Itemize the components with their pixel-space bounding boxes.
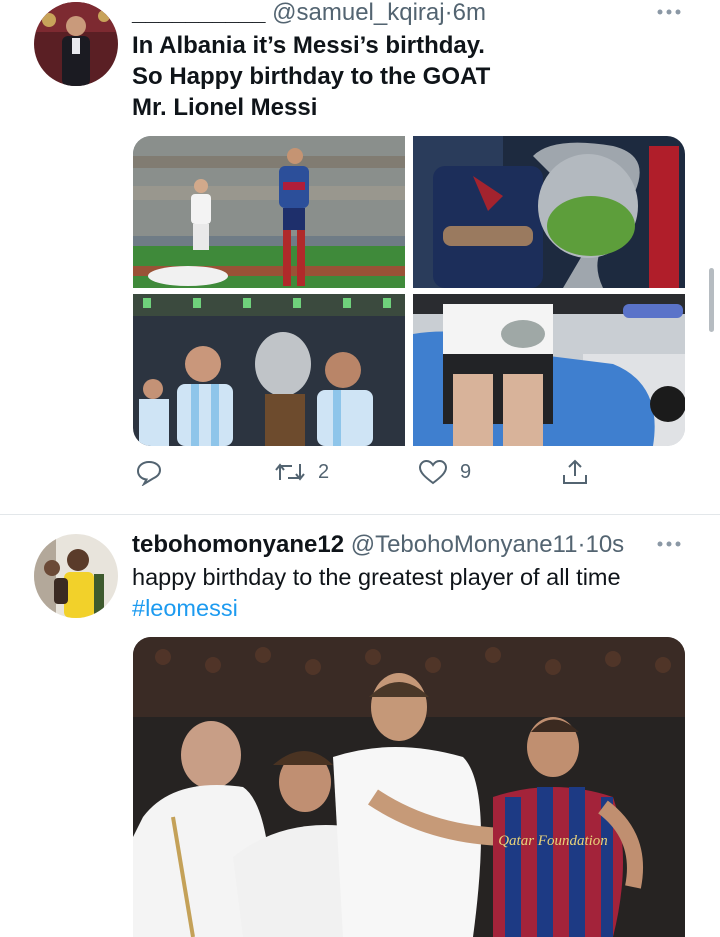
share-button[interactable]	[561, 458, 589, 486]
media-image[interactable]	[413, 136, 685, 288]
avatar-photo	[34, 2, 118, 86]
more-options-button[interactable]	[656, 528, 682, 554]
tweet-actions: 2 9	[133, 458, 693, 494]
separator: ·	[444, 0, 453, 26]
retweet-icon	[275, 463, 305, 481]
handle[interactable]: @samuel_kqiraj	[272, 0, 444, 26]
timestamp[interactable]: 6m	[453, 0, 486, 26]
more-horizontal-icon	[657, 541, 681, 547]
timestamp[interactable]: 10s	[585, 531, 624, 558]
tweet-text: In Albania it’s Messi’s birthday. So Hap…	[132, 30, 490, 123]
tweet-text-line: So Happy birthday to the GOAT	[132, 63, 491, 90]
avatar-photo	[34, 534, 118, 618]
display-name[interactable]: tebohomonyane12	[132, 531, 344, 558]
avatar[interactable]	[34, 2, 118, 86]
retweet-count: 2	[318, 460, 330, 483]
media-image[interactable]: Qatar Foundation	[133, 637, 685, 937]
reply-button[interactable]	[135, 458, 163, 486]
tweet-1[interactable]: __________ @samuel_kqiraj·6m In Albania …	[0, 0, 720, 514]
boots-photo	[413, 294, 685, 446]
avatar[interactable]	[34, 534, 118, 618]
more-horizontal-icon	[657, 9, 681, 15]
media-image[interactable]	[133, 136, 405, 288]
more-options-button[interactable]	[656, 0, 682, 22]
tweet-text: happy birthday to the greatest player of…	[132, 562, 621, 624]
trophy-photo	[413, 136, 685, 288]
share-icon	[563, 459, 587, 484]
shirt-sponsor: Qatar Foundation	[498, 833, 608, 849]
media-image[interactable]	[133, 294, 405, 446]
reply-icon	[136, 460, 162, 486]
handle[interactable]: @TebohoMonyane11	[351, 531, 578, 558]
tweet-header: tebohomonyane12 @TebohoMonyane11·10s	[132, 531, 624, 559]
football-photo	[133, 136, 405, 288]
hashtag-link[interactable]: #leomessi	[132, 593, 621, 624]
media-image[interactable]	[413, 294, 685, 446]
trophy-celebration-photo	[133, 294, 405, 446]
heart-icon	[418, 459, 448, 485]
tweet-text-line: Mr. Lionel Messi	[132, 94, 318, 121]
retweet-button[interactable]: 2	[274, 458, 329, 486]
media-grid	[133, 136, 685, 446]
display-name[interactable]: __________	[132, 0, 265, 26]
tweet-header: __________ @samuel_kqiraj·6m	[132, 0, 486, 27]
scrollbar[interactable]	[709, 268, 714, 332]
tweet-text-line: In Albania it’s Messi’s birthday.	[132, 32, 485, 59]
football-photo: Qatar Foundation	[133, 637, 685, 937]
like-count: 9	[460, 460, 472, 483]
tweet-text-line: happy birthday to the greatest player of…	[132, 564, 621, 590]
like-button[interactable]: 9	[418, 458, 471, 486]
